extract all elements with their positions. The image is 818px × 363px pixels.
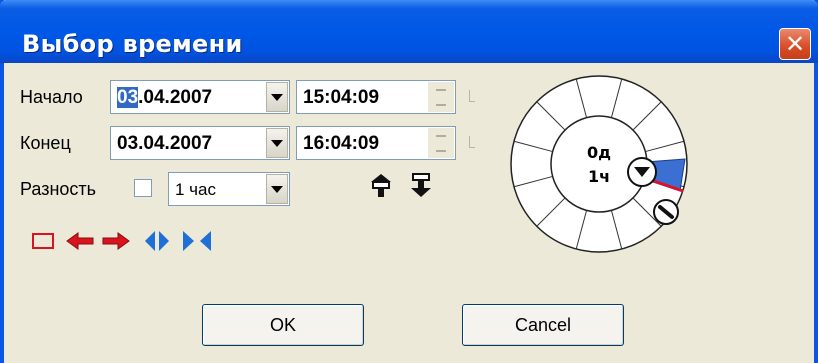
- expand-icon[interactable]: [142, 229, 172, 253]
- end-time-field[interactable]: 16:04:09: [296, 126, 456, 160]
- dialog-window: Выбор времени ✕ Начало 03.04.2007 15:04:…: [0, 0, 818, 363]
- end-date-dropdown-button[interactable]: [266, 128, 288, 158]
- time-wheel-dial[interactable]: 0д 1ч: [509, 74, 689, 254]
- start-time-spinner[interactable]: [428, 82, 454, 112]
- spin-down-icon[interactable]: [428, 97, 454, 112]
- wheel-hours-label: 1ч: [588, 167, 610, 186]
- close-icon: ✕: [784, 30, 806, 58]
- difference-select[interactable]: 1 час: [168, 172, 290, 206]
- start-date-selected-part: 03: [117, 87, 139, 108]
- window-title: Выбор времени: [22, 30, 243, 58]
- arrow-left-icon[interactable]: [65, 230, 95, 252]
- end-date-value: 03.04.2007: [117, 133, 213, 154]
- arrow-right-icon[interactable]: [101, 230, 131, 252]
- cancel-button[interactable]: Cancel: [462, 304, 624, 346]
- collapse-icon[interactable]: [180, 229, 214, 253]
- start-time-field[interactable]: 15:04:09: [296, 80, 456, 114]
- difference-checkbox[interactable]: [134, 179, 152, 197]
- end-time-spinner[interactable]: [428, 128, 454, 158]
- pin-up-icon[interactable]: [367, 171, 395, 199]
- range-start-handle[interactable]: [627, 157, 657, 187]
- ok-button[interactable]: OK: [202, 304, 364, 346]
- start-date-rest: .04.2007: [138, 87, 213, 108]
- difference-dropdown-button[interactable]: [266, 174, 288, 204]
- difference-label: Разность: [20, 179, 97, 199]
- range-end-handle[interactable]: [653, 199, 679, 225]
- start-date-picker[interactable]: 03.04.2007: [110, 80, 290, 114]
- end-lock-icon[interactable]: [469, 136, 475, 148]
- start-label: Начало: [20, 87, 83, 107]
- start-time-value: 15:04:09: [303, 87, 380, 108]
- start-lock-icon[interactable]: [469, 90, 475, 102]
- end-date-picker[interactable]: 03.04.2007: [110, 126, 290, 160]
- spin-down-icon[interactable]: [428, 143, 454, 158]
- pin-down-icon[interactable]: [407, 171, 435, 199]
- close-button[interactable]: ✕: [779, 28, 811, 60]
- spin-up-icon[interactable]: [428, 128, 454, 143]
- wheel-days-label: 0д: [587, 143, 611, 162]
- difference-value: 1 час: [175, 180, 216, 199]
- start-date-dropdown-button[interactable]: [266, 82, 288, 112]
- end-label: Конец: [20, 133, 71, 153]
- title-bar[interactable]: Выбор времени ✕: [0, 0, 818, 63]
- end-time-value: 16:04:09: [303, 133, 380, 154]
- rectangle-select-icon[interactable]: [31, 230, 57, 252]
- spin-up-icon[interactable]: [428, 82, 454, 97]
